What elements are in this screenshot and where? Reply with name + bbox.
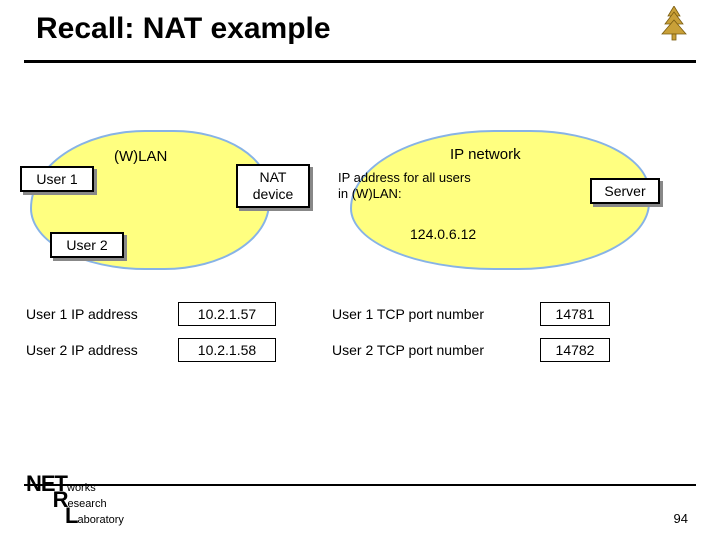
user2-box: User 2: [50, 232, 124, 258]
netr-logo: NET works NE R esearch NET L aboratory: [26, 474, 124, 526]
server-box: Server: [590, 178, 660, 204]
user2-ip-value: 10.2.1.58: [178, 338, 276, 362]
logo-aboratory: aboratory: [77, 516, 123, 526]
nat-ip-description: IP address for all users in (W)LAN:: [338, 170, 538, 203]
user2-port-value: 14782: [540, 338, 610, 362]
wlan-cloud-label: (W)LAN: [114, 148, 167, 165]
user2-ip-label: User 2 IP address: [26, 342, 178, 358]
user1-port-value: 14781: [540, 302, 610, 326]
tree-logo-icon: [656, 6, 692, 52]
logo-l: L: [65, 506, 77, 526]
user1-ip-value: 10.2.1.57: [178, 302, 276, 326]
logo-works: works: [67, 484, 96, 494]
user1-ip-label: User 1 IP address: [26, 306, 178, 322]
nat-label-line1: NAT: [253, 169, 293, 186]
footer-divider: [24, 484, 696, 486]
ip-network-cloud-label: IP network: [450, 146, 521, 163]
user2-port-label: User 2 TCP port number: [332, 342, 540, 358]
nat-public-ip: 124.0.6.12: [410, 226, 476, 242]
nat-ip-desc-line2: in (W)LAN:: [338, 186, 538, 202]
slide-title: Recall: NAT example: [36, 12, 331, 46]
nat-diagram: (W)LAN IP network User 1 User 2 NAT devi…: [20, 120, 700, 320]
nat-ip-desc-line1: IP address for all users: [338, 170, 538, 186]
nat-device-box: NAT device: [236, 164, 310, 208]
address-table: User 1 IP address 10.2.1.57 User 1 TCP p…: [26, 296, 610, 368]
page-number: 94: [674, 511, 688, 526]
user1-port-label: User 1 TCP port number: [332, 306, 540, 322]
nat-label-line2: device: [253, 186, 293, 203]
table-row: User 1 IP address 10.2.1.57 User 1 TCP p…: [26, 296, 610, 332]
table-row: User 2 IP address 10.2.1.58 User 2 TCP p…: [26, 332, 610, 368]
title-divider: [24, 60, 696, 63]
user1-box: User 1: [20, 166, 94, 192]
